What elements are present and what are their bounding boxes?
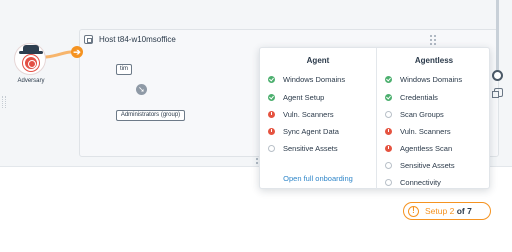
user-node-tim[interactable]: tim [116,64,132,75]
error-icon [385,144,392,152]
check-icon [385,75,392,83]
adversary-node[interactable] [14,43,46,75]
agentless-item[interactable]: Sensitive Assets [385,159,455,171]
error-icon [385,127,392,135]
pending-icon [385,178,392,186]
open-full-onboarding-link[interactable]: Open full onboarding [260,174,376,183]
orange-arrow-node[interactable]: ➔ [71,46,83,58]
agent-item[interactable]: Sync Agent Data [268,125,339,137]
gray-arrow-node[interactable]: ➘ [136,84,147,95]
left-resize-handle[interactable] [2,96,6,108]
error-icon [268,110,275,118]
agentless-item[interactable]: Connectivity [385,176,441,188]
zoom-slider-knob[interactable] [492,70,503,81]
agent-item[interactable]: Sensitive Assets [268,142,338,154]
pending-icon [385,161,392,169]
agent-column-title: Agent [306,56,330,65]
agentless-column-title: Agentless [414,56,454,65]
zoom-slider-track[interactable] [496,0,499,76]
adversary-label: Adversary [17,78,45,84]
agentless-item[interactable]: Scan Groups [385,108,444,120]
host-icon [84,34,93,44]
alert-icon: ! [408,205,419,217]
agentless-item[interactable]: Agentless Scan [385,142,452,154]
host-header: Host t84-w10msoffice [84,33,176,45]
onboarding-popup: Agent Windows Domains Agent Setup Vuln. … [259,47,491,190]
agentless-item[interactable]: Credentials [385,91,438,103]
agentless-item[interactable]: Vuln. Scanners [385,125,451,137]
check-icon [268,93,275,101]
agent-item[interactable]: Vuln. Scanners [268,108,334,120]
check-icon [268,75,275,83]
setup-progress-button[interactable]: ! Setup 2 of 7 [403,202,491,220]
agentless-item[interactable]: Windows Domains [385,73,462,85]
setup-progress-text: Setup 2 of 7 [425,206,472,216]
fit-to-screen-icon[interactable] [492,88,503,98]
agent-item[interactable]: Agent Setup [268,91,324,103]
host-drag-handle-icon[interactable] [430,35,438,45]
pending-icon [268,144,275,152]
host-title: Host t84-w10msoffice [99,34,176,44]
agent-column: Agent Windows Domains Agent Setup Vuln. … [260,48,376,190]
check-icon [385,93,392,101]
pending-icon [385,110,392,118]
agentless-column: Agentless Windows Domains Credentials Sc… [376,48,491,190]
error-icon [268,127,275,135]
agent-item[interactable]: Windows Domains [268,73,345,85]
group-node-administrators[interactable]: Administrators (group) [116,110,185,121]
